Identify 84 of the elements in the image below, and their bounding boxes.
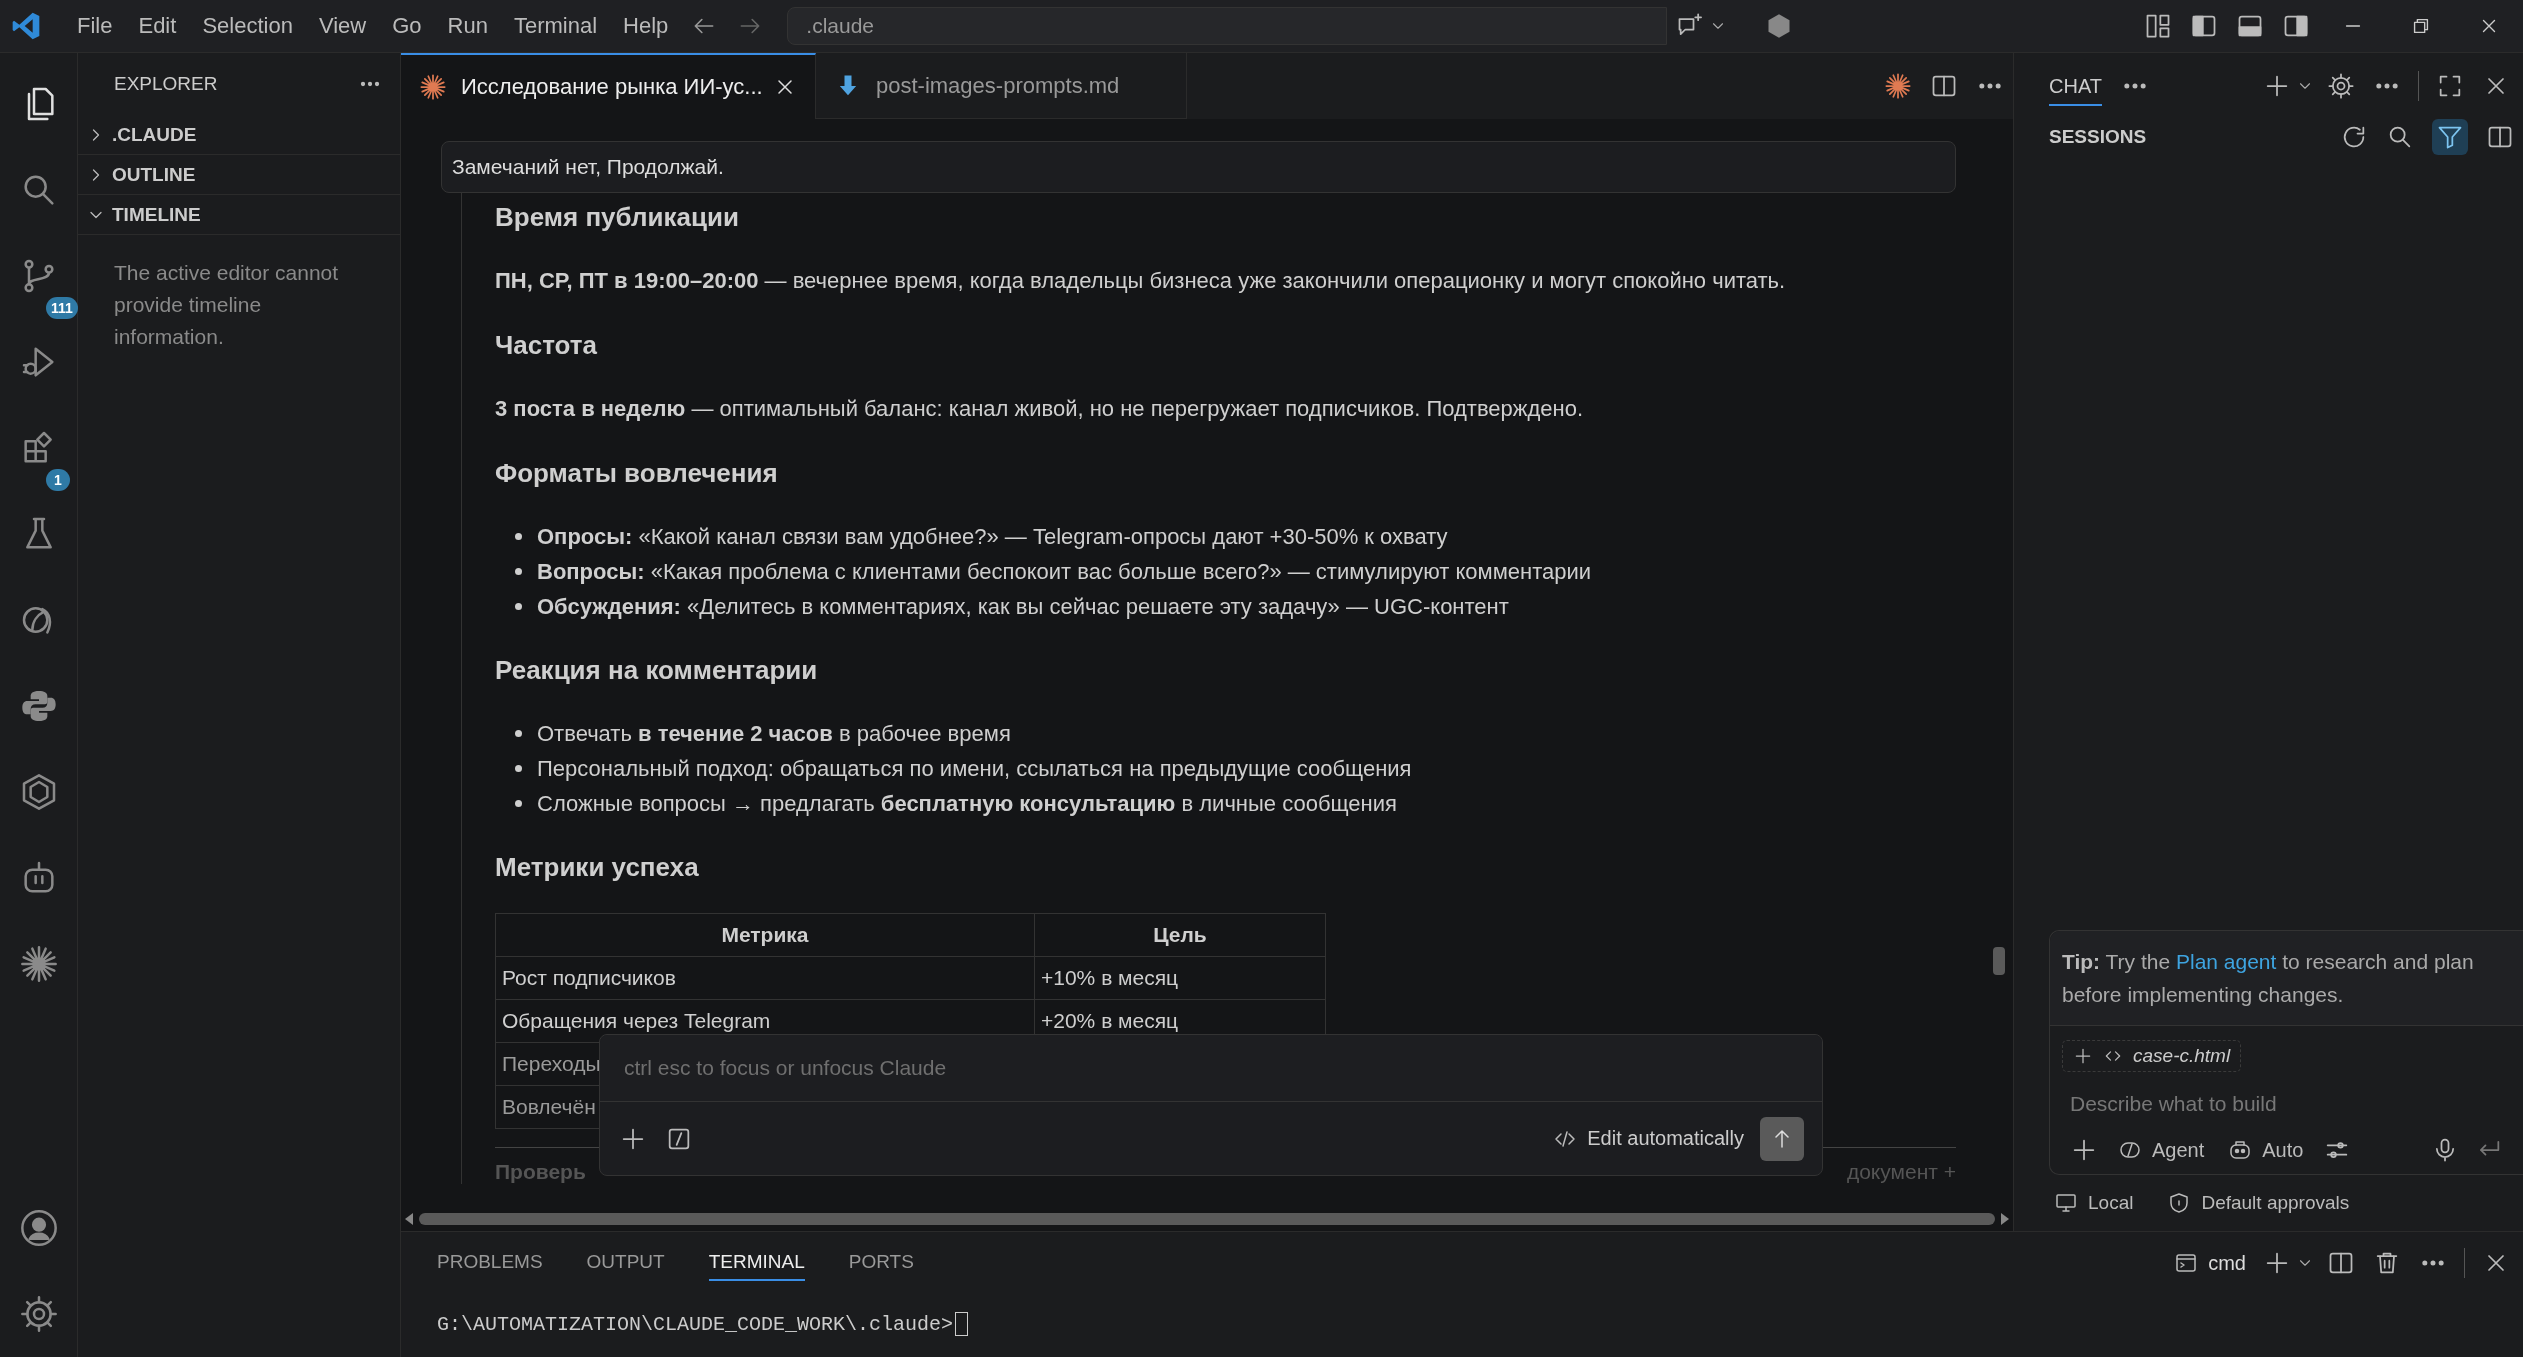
bullet-icon bbox=[515, 533, 522, 540]
menu-item[interactable]: Help bbox=[610, 6, 682, 46]
table-cell: Рост подписчиков bbox=[502, 966, 676, 989]
paragraph-fragment: Проверь bbox=[495, 1160, 586, 1184]
editor-tab[interactable]: Исследование рынка ИИ-ус... bbox=[401, 53, 816, 119]
table-cell: Обращения через Telegram bbox=[502, 1009, 771, 1032]
table-cell: Вовлечён bbox=[502, 1095, 596, 1118]
menu-item[interactable]: Selection bbox=[189, 6, 306, 46]
monitor-icon bbox=[2054, 1191, 2078, 1215]
customize-layout-icon[interactable] bbox=[2144, 12, 2172, 40]
paragraph: 3 поста в неделю — оптимальный баланс: канал живой, но не перегружает подписчиков. Подтверждено. bbox=[495, 395, 1585, 423]
prompt-box[interactable]: ctrl esc to focus or unfocus Claude Edit automatically bbox=[599, 1034, 1823, 1176]
asterisk-icon bbox=[419, 73, 447, 101]
terminal-icon bbox=[2174, 1251, 2199, 1275]
panel-tab[interactable]: TERMINAL bbox=[708, 1245, 805, 1281]
chat-input-field[interactable]: Describe what to build bbox=[2062, 1092, 2511, 1116]
command-center[interactable]: .claude bbox=[787, 7, 1668, 45]
prompt-field[interactable]: ctrl esc to focus or unfocus Claude bbox=[600, 1035, 1822, 1102]
paragraph: ПН, СР, ПТ в 19:00–20:00 — вечернее время, когда владельцы бизнеса уже закончили операционку и могут спокойно читать. bbox=[495, 267, 1787, 295]
footer-button[interactable]: Local bbox=[2054, 1191, 2134, 1215]
scrollbar-thumb[interactable] bbox=[1993, 947, 2005, 975]
mode-button[interactable]: Edit automatically bbox=[1553, 1126, 1744, 1151]
section-heading: Частота bbox=[495, 329, 598, 362]
section-header[interactable]: OUTLINE bbox=[78, 155, 400, 195]
list-item: Отвечать в течение 2 часов в рабочее время bbox=[537, 720, 1011, 748]
menu-item[interactable]: Run bbox=[434, 6, 501, 46]
bullet-icon bbox=[515, 800, 522, 807]
cursor bbox=[955, 1312, 969, 1336]
chat-tab[interactable]: CHAT bbox=[2049, 66, 2102, 106]
count-badge: 1 bbox=[46, 469, 70, 491]
count-badge: 111 bbox=[46, 297, 78, 319]
agent-picker[interactable]: Agent bbox=[2118, 1138, 2205, 1162]
column-header: Цель bbox=[1153, 923, 1207, 946]
bot-icon bbox=[2228, 1138, 2253, 1162]
sidebar-title: EXPLORER bbox=[114, 73, 219, 95]
menu-item[interactable]: View bbox=[305, 6, 380, 46]
section-heading: Реакция на комментарии bbox=[495, 654, 819, 687]
scrollbar-thumb[interactable] bbox=[419, 1213, 1995, 1225]
empty-message: The active editor cannot provide timeline information. bbox=[114, 260, 340, 350]
filter-icon[interactable] bbox=[2432, 119, 2468, 155]
bullet-icon bbox=[515, 603, 522, 610]
table-cell: +10% в месяц bbox=[1041, 966, 1179, 989]
terminal-selector[interactable]: cmd bbox=[2174, 1251, 2246, 1275]
section-header[interactable]: TIMELINE bbox=[78, 195, 400, 235]
panel-tab[interactable]: PORTS bbox=[848, 1245, 914, 1281]
table-cell: Переходы bbox=[502, 1052, 601, 1075]
settings-icon[interactable] bbox=[2327, 72, 2355, 100]
editor-tab[interactable]: post-images-prompts.md bbox=[816, 53, 1187, 119]
asterisk-icon[interactable] bbox=[1884, 72, 1912, 100]
menu-item[interactable]: Go bbox=[379, 6, 435, 46]
footer-button[interactable]: Default approvals bbox=[2167, 1191, 2350, 1215]
tip-text: Tip: Try the Plan agent to research and plan before implementing changes. bbox=[2062, 949, 2475, 1008]
panel-tab[interactable]: OUTPUT bbox=[586, 1245, 665, 1281]
list-item: Обсуждения: «Делитесь в комментариях, как вы сейчас решаете эту задачу» — UGC-контент bbox=[537, 593, 1509, 621]
asterisk-icon[interactable] bbox=[18, 944, 59, 984]
sessions-title: SESSIONS bbox=[2049, 126, 2147, 148]
section-heading: Форматы вовлечения bbox=[495, 457, 779, 490]
menu-item[interactable]: Edit bbox=[125, 6, 190, 46]
list-item: Сложные вопросы → предлагать бесплатную консультацию в личные сообщения bbox=[537, 790, 1397, 818]
list-item: Персональный подход: обращаться по имени, ссылаться на предыдущие сообщения bbox=[537, 755, 1412, 783]
terminal-line: G:\AUTOMATIZATION\CLAUDE_CODE_WORK\.claude> bbox=[437, 1312, 954, 1336]
menu-item[interactable]: File bbox=[64, 6, 126, 46]
message-bar: Замечаний нет, Продолжай. bbox=[441, 141, 1956, 193]
menu-item[interactable]: Terminal bbox=[500, 6, 611, 46]
settings-icon[interactable] bbox=[18, 1294, 59, 1334]
account-icon[interactable] bbox=[18, 1208, 59, 1248]
list-item: Опросы: «Какой канал связи вам удобнее?» — Telegram-опросы дают +30-50% к охвату bbox=[537, 523, 1448, 551]
section-header[interactable]: .CLAUDE bbox=[78, 115, 400, 155]
add-icon bbox=[2073, 1046, 2093, 1066]
attachment-chip[interactable]: case-c.html bbox=[2062, 1040, 2242, 1072]
app-logo-icon bbox=[10, 10, 42, 42]
panel-tab[interactable]: PROBLEMS bbox=[437, 1245, 543, 1281]
column-header: Метрика bbox=[721, 923, 809, 946]
paragraph-fragment: документ + bbox=[1846, 1160, 1956, 1184]
send-button[interactable] bbox=[1760, 1116, 1804, 1161]
plan-agent-link[interactable]: Plan agent bbox=[2175, 950, 2277, 973]
section-heading: Метрики успеха bbox=[495, 851, 700, 884]
table-cell: +20% в месяц bbox=[1041, 1009, 1179, 1032]
section-heading: Время публикации bbox=[495, 201, 740, 234]
model-picker[interactable]: Auto bbox=[2228, 1138, 2304, 1162]
list-item: Вопросы: «Какая проблема с клиентами беспокоит вас больше всего?» — стимулируют комментарии bbox=[537, 558, 1592, 586]
bullet-icon bbox=[515, 765, 522, 772]
bullet-icon bbox=[515, 730, 522, 737]
bullet-icon bbox=[515, 568, 522, 575]
